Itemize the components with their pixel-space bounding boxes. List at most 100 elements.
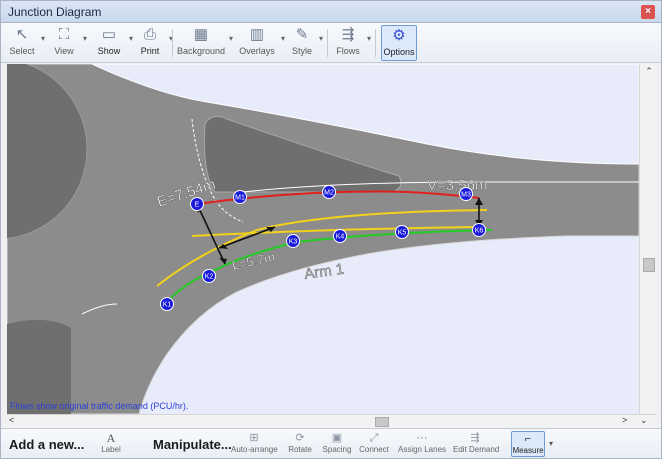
- point-k1[interactable]: K1: [160, 297, 174, 311]
- window-title: Junction Diagram: [8, 5, 102, 19]
- assign-lanes-button[interactable]: ⋯ Assign Lanes: [397, 431, 447, 457]
- diagram-canvas[interactable]: E=7.54m V=3.56m L=5.7m Arm 1 E M1 M2 M3 …: [7, 64, 639, 414]
- point-k4[interactable]: K4: [333, 229, 347, 243]
- close-button[interactable]: ×: [641, 5, 655, 19]
- assign-lanes-icon: ⋯: [416, 432, 428, 444]
- point-k2[interactable]: K2: [202, 269, 216, 283]
- background-icon: ▦: [193, 26, 209, 43]
- junction-drawing: E=7.54m V=3.56m L=5.7m Arm 1 E M1 M2 M3 …: [7, 64, 639, 414]
- horizontal-scrollbar[interactable]: < > ⌄: [7, 414, 657, 428]
- background-button[interactable]: ▦ Background ▾: [177, 25, 233, 61]
- flows-label: Flows: [336, 46, 360, 56]
- chevron-down-icon[interactable]: ▾: [549, 439, 553, 448]
- chevron-down-icon[interactable]: ▾: [83, 34, 87, 43]
- chevron-down-icon[interactable]: ▾: [281, 34, 285, 43]
- svg-text:K3: K3: [289, 239, 298, 246]
- title-bar: Junction Diagram ×: [1, 1, 661, 23]
- show-label: Show: [97, 46, 121, 56]
- connect-label: Connect: [359, 445, 389, 454]
- point-k5[interactable]: K5: [395, 225, 409, 239]
- edit-demand-button[interactable]: ⇶ Edit Demand: [453, 431, 500, 457]
- chevron-down-icon[interactable]: ▾: [41, 34, 45, 43]
- connect-button[interactable]: ⤢ Connect: [357, 431, 391, 457]
- point-m3[interactable]: M3: [459, 187, 473, 201]
- printer-icon: ⎙: [143, 26, 156, 43]
- rotate-label: Rotate: [288, 445, 312, 454]
- bottom-toolbar: Add a new... A Label Manipulate... ⊞ Aut…: [1, 428, 661, 458]
- add-new-label: Add a new...: [9, 437, 85, 452]
- background-label: Background: [177, 46, 226, 56]
- assign-lanes-label: Assign Lanes: [397, 445, 447, 454]
- point-e[interactable]: E: [190, 197, 204, 211]
- auto-arrange-icon: ⊞: [249, 432, 259, 444]
- v-measure-label: V=3.56m: [427, 177, 487, 194]
- chevron-down-icon[interactable]: ▾: [129, 34, 133, 43]
- style-button[interactable]: ✎ Style ▾: [289, 25, 323, 61]
- point-k3[interactable]: K3: [286, 234, 300, 248]
- scroll-down-button[interactable]: ⌄: [640, 415, 648, 426]
- toolbar-separator: [327, 29, 328, 57]
- print-button[interactable]: ⎙ Print ▾: [135, 25, 173, 61]
- svg-text:M2: M2: [324, 190, 334, 197]
- edit-demand-icon: ⇶: [470, 432, 480, 444]
- point-m1[interactable]: M1: [233, 190, 247, 204]
- vertical-scrollbar[interactable]: ⌃: [639, 64, 657, 414]
- svg-text:M3: M3: [461, 192, 471, 199]
- svg-text:E: E: [195, 202, 200, 209]
- overlays-icon: ▥: [249, 26, 265, 43]
- point-k6[interactable]: K6: [472, 223, 486, 237]
- connect-icon: ⤢: [369, 432, 379, 444]
- auto-arrange-button[interactable]: ⊞ Auto-arrange: [231, 431, 278, 457]
- scroll-up-button[interactable]: ⌃: [640, 66, 658, 80]
- measure-button[interactable]: ⌐ Measure ▾: [511, 431, 553, 457]
- ruler-icon: ⌐: [524, 433, 532, 445]
- flows-button[interactable]: ⇶ Flows ▾: [333, 25, 371, 61]
- label-button[interactable]: A Label: [99, 431, 123, 457]
- pen-icon: ✎: [295, 26, 309, 43]
- label-icon: A: [106, 431, 116, 445]
- gear-icon: ⚙: [392, 27, 406, 44]
- flows-icon: ⇶: [341, 26, 355, 43]
- svg-text:K1: K1: [163, 302, 172, 309]
- toolbar-separator: [375, 29, 376, 57]
- flows-footnote: Flows show original traffic demand (PCU/…: [10, 401, 189, 411]
- view-button[interactable]: ⛶ View ▾: [49, 25, 87, 61]
- vertical-scroll-thumb[interactable]: [643, 258, 655, 272]
- options-label: Options: [383, 47, 415, 57]
- scroll-left-button[interactable]: <: [9, 415, 14, 425]
- chevron-down-icon[interactable]: ▾: [367, 34, 371, 43]
- spacing-label: Spacing: [322, 445, 352, 454]
- select-button[interactable]: ↖ Select ▾: [7, 25, 45, 61]
- toolbar-separator: [172, 29, 173, 57]
- view-label: View: [54, 46, 74, 56]
- binoculars-icon: ⛶: [58, 26, 70, 43]
- edit-demand-label: Edit Demand: [453, 445, 500, 454]
- print-label: Print: [140, 46, 160, 56]
- overlays-label: Overlays: [239, 46, 275, 56]
- overlays-button[interactable]: ▥ Overlays ▾: [237, 25, 285, 61]
- rotate-button[interactable]: ⟳ Rotate: [285, 431, 315, 457]
- spacing-button[interactable]: ▣ Spacing: [321, 431, 353, 457]
- point-m2[interactable]: M2: [322, 185, 336, 199]
- svg-text:K2: K2: [205, 274, 214, 281]
- window-icon: ▭: [101, 26, 117, 43]
- svg-text:M1: M1: [235, 195, 245, 202]
- scroll-right-button[interactable]: >: [622, 415, 627, 425]
- rotate-icon: ⟳: [295, 432, 305, 444]
- options-button[interactable]: ⚙ Options: [381, 25, 417, 61]
- junction-diagram-window: Junction Diagram × ↖ Select ▾ ⛶ View ▾ ▭…: [0, 0, 662, 459]
- chevron-down-icon[interactable]: ▾: [229, 34, 233, 43]
- show-button[interactable]: ▭ Show ▾: [93, 25, 133, 61]
- svg-text:K6: K6: [475, 228, 484, 235]
- label-button-label: Label: [101, 445, 121, 454]
- auto-arrange-label: Auto-arrange: [231, 445, 278, 454]
- style-label: Style: [291, 46, 312, 56]
- spacing-icon: ▣: [331, 432, 343, 444]
- svg-text:K5: K5: [398, 230, 407, 237]
- select-label: Select: [9, 46, 35, 56]
- cursor-icon: ↖: [15, 26, 29, 43]
- measure-label: Measure: [512, 446, 544, 455]
- manipulate-label: Manipulate...: [153, 437, 232, 452]
- horizontal-scroll-thumb[interactable]: [375, 417, 389, 427]
- chevron-down-icon[interactable]: ▾: [319, 34, 323, 43]
